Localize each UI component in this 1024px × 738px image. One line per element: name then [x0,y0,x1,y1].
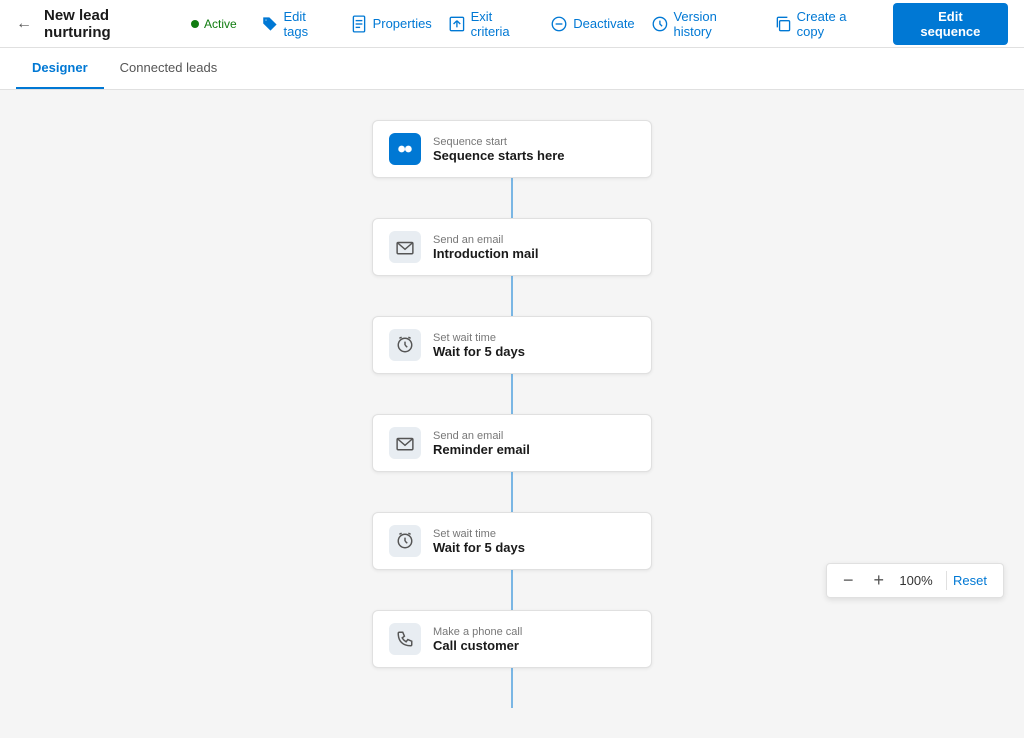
node-phone-1-label: Make a phone call [433,626,522,638]
create-copy-button[interactable]: Create a copy [774,9,877,39]
node-email-2-title: Reminder email [433,442,530,457]
node-wait-1[interactable]: Set wait time Wait for 5 days [372,316,652,374]
node-email-1-label: Send an email [433,234,538,246]
connector-4 [511,472,513,512]
status-label: Active [204,17,237,31]
node-email-1-title: Introduction mail [433,246,538,261]
email-2-icon [389,427,421,459]
email-1-icon [389,231,421,263]
node-wait-2-title: Wait for 5 days [433,540,525,555]
node-start-title: Sequence starts here [433,148,565,163]
exit-criteria-button[interactable]: Exit criteria [448,9,534,39]
phone-1-icon [389,623,421,655]
connector-3 [511,374,513,414]
properties-button[interactable]: Properties [350,15,432,33]
connector-1 [511,178,513,218]
node-email-2[interactable]: Send an email Reminder email [372,414,652,472]
sequence-flow: Sequence start Sequence starts here Send… [0,120,1024,708]
status-dot-icon [191,20,199,28]
zoom-reset-button[interactable]: Reset [946,571,993,590]
history-icon [651,15,669,33]
node-sequence-start[interactable]: Sequence start Sequence starts here [372,120,652,178]
edit-tags-button[interactable]: Edit tags [261,9,334,39]
node-wait-1-label: Set wait time [433,332,525,344]
tag-icon [261,15,279,33]
tab-designer[interactable]: Designer [16,48,104,89]
node-phone-1[interactable]: Make a phone call Call customer [372,610,652,668]
node-email-1[interactable]: Send an email Introduction mail [372,218,652,276]
sequence-canvas: Sequence start Sequence starts here Send… [0,90,1024,738]
node-wait-1-title: Wait for 5 days [433,344,525,359]
copy-icon [774,15,792,33]
back-button[interactable]: ← [16,15,32,33]
deactivate-button[interactable]: Deactivate [550,15,634,33]
sequence-start-icon [389,133,421,165]
zoom-value: 100% [898,573,934,588]
status-badge: Active [191,17,237,31]
zoom-out-button[interactable]: − [837,568,860,593]
node-phone-1-title: Call customer [433,638,522,653]
wait-2-icon [389,525,421,557]
node-start-label: Sequence start [433,136,565,148]
wait-1-icon [389,329,421,361]
exit-icon [448,15,466,33]
connector-2 [511,276,513,316]
connector-6 [511,668,513,708]
document-icon [350,15,368,33]
edit-sequence-button[interactable]: Edit sequence [893,3,1008,45]
version-history-button[interactable]: Version history [651,9,758,39]
zoom-in-button[interactable]: + [868,568,891,593]
header: ← New lead nurturing Active Edit tags Pr… [0,0,1024,48]
zoom-controls: − + 100% Reset [826,563,1004,598]
header-actions: Edit tags Properties Exit criteria Deact… [261,3,1008,45]
node-wait-2[interactable]: Set wait time Wait for 5 days [372,512,652,570]
connector-5 [511,570,513,610]
node-wait-2-label: Set wait time [433,528,525,540]
deactivate-icon [550,15,568,33]
page-title: New lead nurturing [44,7,179,41]
tabs-bar: Designer Connected leads [0,48,1024,90]
tab-connected-leads[interactable]: Connected leads [104,48,234,89]
node-email-2-label: Send an email [433,430,530,442]
